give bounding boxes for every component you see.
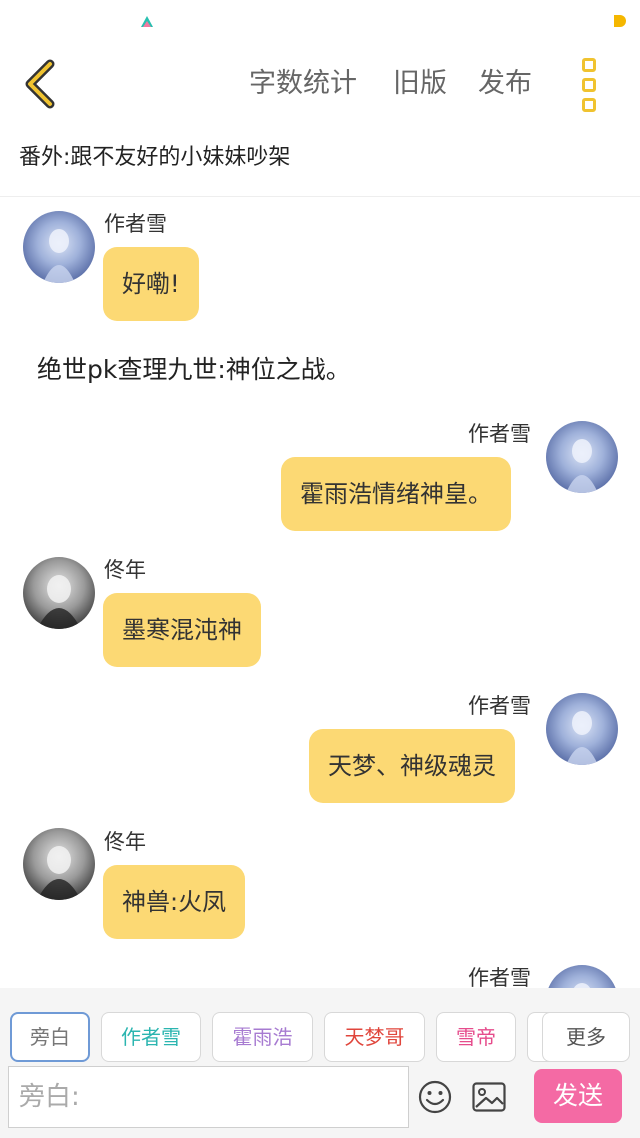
role-chip-narrator[interactable]: 旁白 — [10, 1012, 90, 1062]
app-notification-icon — [140, 14, 154, 28]
avatar[interactable] — [23, 828, 95, 900]
image-icon[interactable] — [472, 1082, 506, 1112]
divider — [0, 196, 640, 197]
input-row: 发送 — [0, 1066, 640, 1138]
back-button[interactable] — [16, 56, 68, 112]
battery-indicator-icon — [614, 15, 626, 27]
composer-panel: 旁白 作者雪 霍雨浩 天梦哥 雪帝 更多 发送 — [0, 988, 640, 1138]
avatar[interactable] — [23, 211, 95, 283]
speaker-name: 作者雪 — [468, 422, 531, 446]
speaker-name: 作者雪 — [468, 694, 531, 718]
role-chip-huo-yuhao[interactable]: 霍雨浩 — [212, 1012, 313, 1062]
speaker-name: 佟年 — [104, 558, 146, 582]
chapter-title[interactable]: 番外:跟不友好的小妹妹吵架 — [19, 140, 290, 176]
status-bar — [0, 0, 640, 42]
message-bubble[interactable]: 霍雨浩情绪神皇。 — [281, 457, 511, 531]
role-chip-tianmeng[interactable]: 天梦哥 — [324, 1012, 425, 1062]
avatar[interactable] — [546, 421, 618, 493]
more-roles-button[interactable]: 更多 — [542, 1012, 630, 1062]
send-button[interactable]: 发送 — [534, 1069, 622, 1123]
message-input[interactable] — [8, 1066, 409, 1128]
avatar[interactable] — [23, 557, 95, 629]
more-vertical-icon[interactable] — [572, 56, 604, 112]
smiley-icon[interactable] — [418, 1080, 452, 1114]
speaker-name: 作者雪 — [104, 212, 167, 236]
message-bubble[interactable]: 好嘞! — [103, 247, 199, 321]
avatar[interactable] — [546, 693, 618, 765]
speaker-name: 佟年 — [104, 830, 146, 854]
chevron-left-icon — [25, 59, 55, 109]
role-chip-xuedi[interactable]: 雪帝 — [436, 1012, 516, 1062]
publish-button[interactable]: 发布 — [478, 64, 532, 104]
narration-text[interactable]: 绝世pk查理九世:神位之战。 — [37, 350, 351, 390]
message-bubble[interactable]: 天梦、神级魂灵 — [309, 729, 515, 803]
header: 字数统计 旧版 发布 — [0, 42, 640, 126]
old-version-button[interactable]: 旧版 — [393, 64, 447, 104]
role-chip-author-snow[interactable]: 作者雪 — [101, 1012, 201, 1062]
word-count-button[interactable]: 字数统计 — [249, 64, 357, 104]
message-bubble[interactable]: 墨寒混沌神 — [103, 593, 261, 667]
message-bubble[interactable]: 神兽:火凤 — [103, 865, 246, 939]
